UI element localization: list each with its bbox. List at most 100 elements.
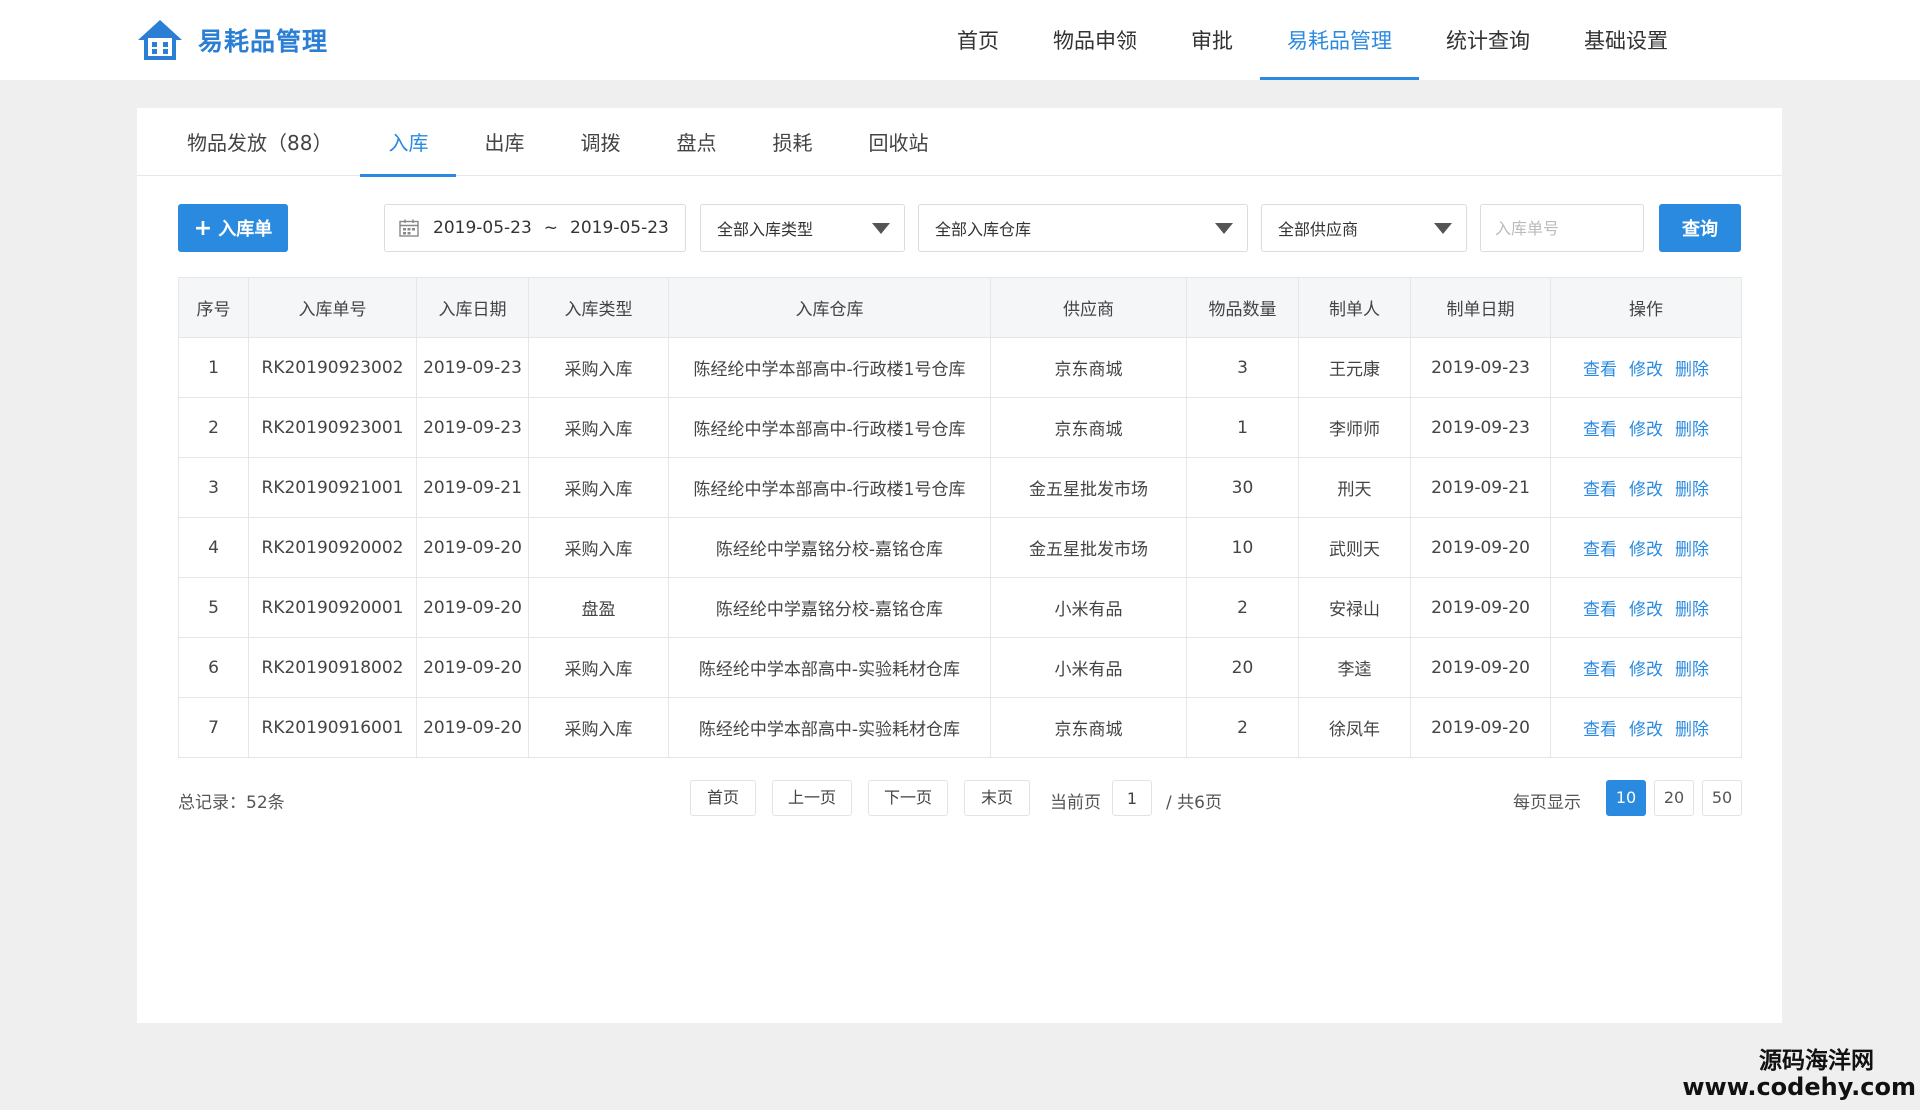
cell-created-date: 2019-09-23	[1410, 337, 1551, 398]
nav-item-home[interactable]: 首页	[930, 0, 1026, 80]
cell-supplier: 京东商城	[990, 697, 1187, 758]
page-size-10-button[interactable]: 10	[1606, 780, 1646, 816]
cell-row-index: 7	[178, 697, 249, 758]
cell-stock-in-date: 2019-09-23	[416, 337, 529, 398]
logo[interactable]: 易耗品管理	[136, 18, 328, 62]
cell-supplier: 金五星批发市场	[990, 517, 1187, 578]
nav-item-approval[interactable]: 审批	[1164, 0, 1260, 80]
column-header: 供应商	[990, 277, 1187, 338]
cell-stock-in-type: 采购入库	[528, 517, 669, 578]
next-page-button[interactable]: 下一页	[868, 780, 948, 816]
current-page-input[interactable]	[1112, 780, 1152, 816]
cell-supplier: 金五星批发市场	[990, 457, 1187, 518]
cell-stock-in-date: 2019-09-23	[416, 397, 529, 458]
view-link[interactable]: 查看	[1583, 720, 1617, 740]
calendar-icon	[399, 219, 419, 237]
delete-link[interactable]: 删除	[1675, 360, 1709, 380]
nav-item-apply[interactable]: 物品申领	[1026, 0, 1164, 80]
delete-link[interactable]: 删除	[1675, 480, 1709, 500]
cell-row-index: 4	[178, 517, 249, 578]
nav-item-settings[interactable]: 基础设置	[1557, 0, 1695, 80]
cell-created-date: 2019-09-20	[1410, 577, 1551, 638]
cell-supplier: 京东商城	[990, 397, 1187, 458]
tab-issue[interactable]: 物品发放（88）	[167, 108, 360, 176]
delete-link[interactable]: 删除	[1675, 540, 1709, 560]
tab-recycle-bin[interactable]: 回收站	[840, 108, 956, 176]
view-link[interactable]: 查看	[1583, 660, 1617, 680]
caret-down-icon	[1215, 223, 1233, 234]
tab-transfer[interactable]: 调拨	[552, 108, 648, 176]
add-stock-in-button[interactable]: + 入库单	[178, 204, 288, 252]
tab-inventory[interactable]: 盘点	[648, 108, 744, 176]
watermark-text: 源码海洋网	[1759, 1047, 1874, 1074]
supplier-select[interactable]: 全部供应商	[1261, 204, 1467, 252]
cell-order-number: RK20190921001	[248, 457, 417, 518]
cell-stock-in-date: 2019-09-20	[416, 577, 529, 638]
delete-link[interactable]: 删除	[1675, 660, 1709, 680]
edit-link[interactable]: 修改	[1629, 540, 1663, 560]
edit-link[interactable]: 修改	[1629, 720, 1663, 740]
app-title: 易耗品管理	[198, 27, 329, 56]
edit-link[interactable]: 修改	[1629, 600, 1663, 620]
tab-stock-out[interactable]: 出库	[456, 108, 552, 176]
edit-link[interactable]: 修改	[1629, 480, 1663, 500]
date-separator: ~	[543, 218, 559, 238]
delete-link[interactable]: 删除	[1675, 420, 1709, 440]
table-row: 2 RK20190923001 2019-09-23 采购入库 陈经纶中学本部高中-行政…	[178, 397, 1742, 458]
page-size-50-button[interactable]: 50	[1702, 780, 1742, 816]
tab-stock-in[interactable]: 入库	[360, 108, 457, 177]
page-size-20-button[interactable]: 20	[1654, 780, 1694, 816]
table-body: 1 RK20190923002 2019-09-23 采购入库 陈经纶中学本部高中-行政…	[178, 337, 1742, 758]
cell-actions: 查看 修改 删除	[1550, 397, 1742, 458]
add-stock-in-label: 入库单	[218, 219, 273, 240]
prev-page-button[interactable]: 上一页	[772, 780, 852, 816]
query-button[interactable]: 查询	[1659, 204, 1741, 252]
watermark-url: www.codehy.com	[1682, 1073, 1916, 1102]
stock-in-type-select[interactable]: 全部入库类型	[700, 204, 905, 252]
cell-actions: 查看 修改 删除	[1550, 337, 1742, 398]
tab-loss[interactable]: 损耗	[744, 108, 840, 176]
cell-item-quantity: 1	[1186, 397, 1299, 458]
view-link[interactable]: 查看	[1583, 360, 1617, 380]
cell-creator: 安禄山	[1298, 577, 1411, 638]
current-page-label: 当前页	[1050, 793, 1101, 813]
house-icon	[138, 20, 182, 60]
cell-creator: 武则天	[1298, 517, 1411, 578]
cell-creator: 李师师	[1298, 397, 1411, 458]
cell-warehouse: 陈经纶中学本部高中-行政楼1号仓库	[668, 457, 991, 518]
date-range-picker[interactable]: 2019-05-23 ~ 2019-05-23	[384, 204, 686, 252]
first-page-button[interactable]: 首页	[690, 780, 756, 816]
stock-in-table: 序号 入库单号 入库日期 入库类型 入库仓库 供应商 物品数量 制单人 制单日期…	[178, 277, 1742, 758]
cell-order-number: RK20190920002	[248, 517, 417, 578]
table-header-row: 序号 入库单号 入库日期 入库类型 入库仓库 供应商 物品数量 制单人 制单日期…	[178, 277, 1742, 338]
delete-link[interactable]: 删除	[1675, 720, 1709, 740]
view-link[interactable]: 查看	[1583, 420, 1617, 440]
column-header: 入库类型	[528, 277, 669, 338]
edit-link[interactable]: 修改	[1629, 360, 1663, 380]
nav-item-statistics[interactable]: 统计查询	[1419, 0, 1557, 80]
cell-warehouse: 陈经纶中学本部高中-实验耗材仓库	[668, 637, 991, 698]
cell-order-number: RK20190923001	[248, 397, 417, 458]
cell-created-date: 2019-09-21	[1410, 457, 1551, 518]
last-page-button[interactable]: 末页	[964, 780, 1030, 816]
delete-link[interactable]: 删除	[1675, 600, 1709, 620]
cell-actions: 查看 修改 删除	[1550, 577, 1742, 638]
column-header: 入库仓库	[668, 277, 991, 338]
cell-stock-in-type: 采购入库	[528, 337, 669, 398]
edit-link[interactable]: 修改	[1629, 420, 1663, 440]
view-link[interactable]: 查看	[1583, 540, 1617, 560]
sub-tabs: 物品发放（88） 入库 出库 调拨 盘点 损耗 回收站	[137, 108, 1782, 177]
cell-stock-in-date: 2019-09-20	[416, 637, 529, 698]
edit-link[interactable]: 修改	[1629, 660, 1663, 680]
nav-item-consumables[interactable]: 易耗品管理	[1260, 0, 1419, 80]
view-link[interactable]: 查看	[1583, 480, 1617, 500]
column-header: 操作	[1550, 277, 1742, 338]
warehouse-select[interactable]: 全部入库仓库	[918, 204, 1248, 252]
order-number-input[interactable]	[1480, 204, 1644, 252]
cell-order-number: RK20190916001	[248, 697, 417, 758]
view-link[interactable]: 查看	[1583, 600, 1617, 620]
stock-in-type-value: 全部入库类型	[717, 220, 814, 239]
watermark: 源码海洋网 www.codehy.com	[1682, 1048, 1916, 1102]
cell-creator: 王元康	[1298, 337, 1411, 398]
cell-order-number: RK20190920001	[248, 577, 417, 638]
